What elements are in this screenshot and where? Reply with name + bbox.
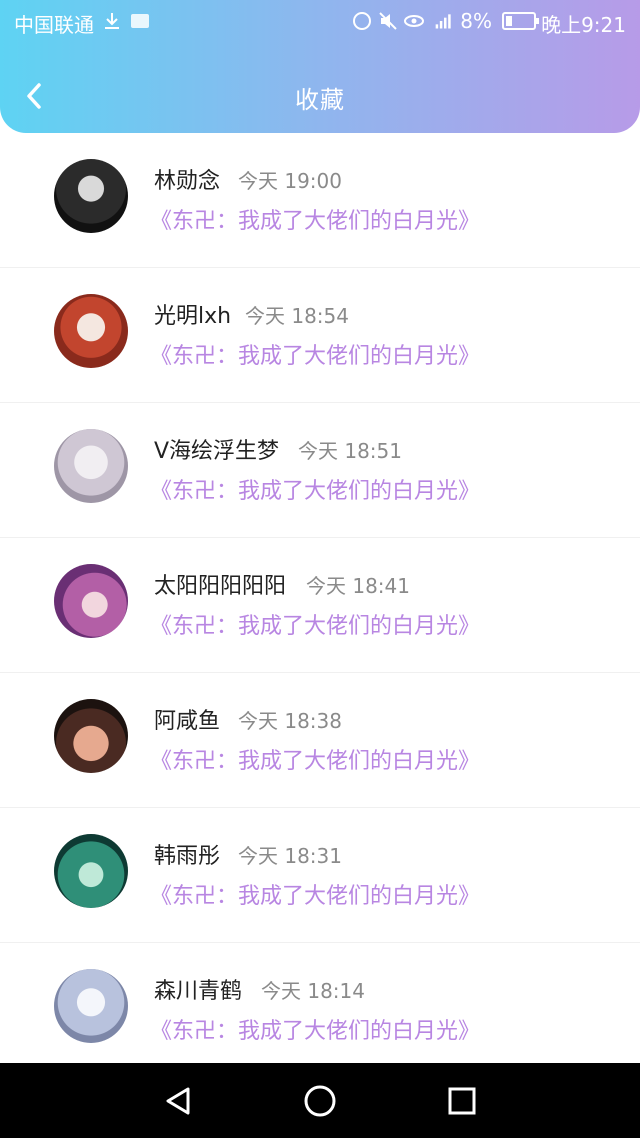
favorite-time: 今天 18:41 [306,574,410,598]
avatar[interactable] [54,834,128,908]
favorite-time: 今天 18:38 [238,709,342,733]
sms-icon [131,14,149,28]
user-name: 太阳阳阳阳阳 [154,574,287,599]
battery-percent: 8% [460,9,492,33]
work-title-link[interactable]: 《东卍：我成了大佬们的白月光》 [150,1013,480,1045]
list-item[interactable]: 韩雨彤 今天 18:31 《东卍：我成了大佬们的白月光》 [0,808,640,943]
battery-icon [502,12,539,30]
user-name: 韩雨彤 [154,844,221,869]
work-title-link[interactable]: 《东卍：我成了大佬们的白月光》 [150,338,480,370]
list-item[interactable]: 阿咸鱼 今天 18:38 《东卍：我成了大佬们的白月光》 [0,673,640,808]
screen: 中国联通 8% 晚上9:21 收藏 林勋念 今天 19:00 《东卍：我成了大佬… [0,0,640,1138]
user-name: 阿咸鱼 [154,709,221,734]
list-item[interactable]: 林勋念 今天 19:00 《东卍：我成了大佬们的白月光》 [0,133,640,268]
list-item[interactable]: 光明lxh 今天 18:54 《东卍：我成了大佬们的白月光》 [0,268,640,403]
avatar[interactable] [54,699,128,773]
user-name: 林勋念 [154,169,221,194]
avatar[interactable] [54,159,128,233]
favorite-time: 今天 18:31 [238,844,342,868]
eye-comfort-icon [404,15,424,27]
work-title-link[interactable]: 《东卍：我成了大佬们的白月光》 [150,203,480,235]
favorite-time: 今天 18:54 [245,304,349,328]
list-item[interactable]: V海绘浮生梦 今天 18:51 《东卍：我成了大佬们的白月光》 [0,403,640,538]
hd-call-icon [353,12,371,30]
page-title: 收藏 [295,86,345,114]
nav-back-icon[interactable] [158,1081,198,1121]
favorite-time: 今天 19:00 [238,169,342,193]
avatar[interactable] [54,429,128,503]
avatar[interactable] [54,969,128,1043]
list-item[interactable]: 太阳阳阳阳阳 今天 18:41 《东卍：我成了大佬们的白月光》 [0,538,640,673]
work-title-link[interactable]: 《东卍：我成了大佬们的白月光》 [150,473,480,505]
download-icon [105,13,119,29]
work-title-link[interactable]: 《东卍：我成了大佬们的白月光》 [150,743,480,775]
list-item[interactable]: 森川青鹤 今天 18:14 《东卍：我成了大佬们的白月光》 [0,943,640,1078]
avatar[interactable] [54,564,128,638]
header-bar: 中国联通 8% 晚上9:21 收藏 [0,0,640,133]
status-bar: 中国联通 8% 晚上9:21 [0,0,640,44]
user-name: V海绘浮生梦 [154,439,280,464]
user-name: 光明lxh [154,304,232,329]
signal-icon [435,14,451,29]
carrier-label: 中国联通 [14,13,94,37]
avatar[interactable] [54,294,128,368]
work-title-link[interactable]: 《东卍：我成了大佬们的白月光》 [150,608,480,640]
mute-icon [379,12,397,30]
system-navigation-bar [0,1063,640,1138]
user-name: 森川青鹤 [154,979,243,1004]
clock: 晚上9:21 [541,13,626,37]
favorite-time: 今天 18:14 [261,979,365,1003]
favorite-time: 今天 18:51 [298,439,402,463]
nav-recents-icon[interactable] [442,1081,482,1121]
work-title-link[interactable]: 《东卍：我成了大佬们的白月光》 [150,878,480,910]
nav-home-icon[interactable] [300,1081,340,1121]
